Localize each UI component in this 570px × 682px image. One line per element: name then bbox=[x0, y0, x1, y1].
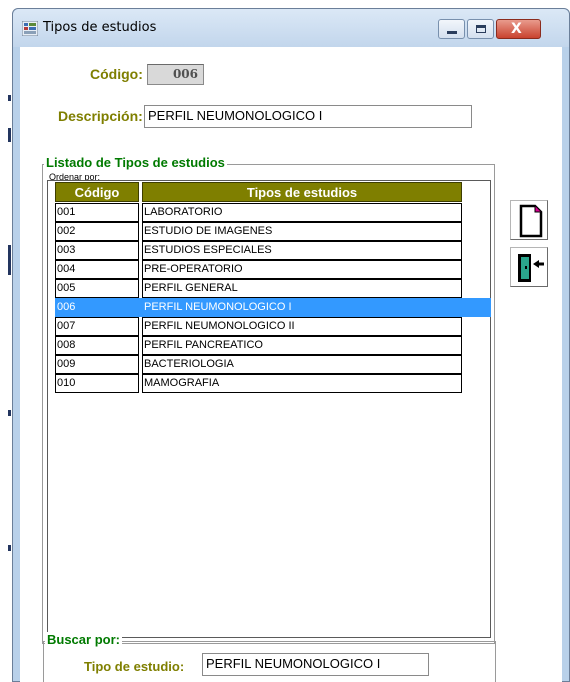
listado-group-title: Listado de Tipos de estudios bbox=[44, 155, 227, 170]
window-title: Tipos de estudios bbox=[43, 20, 157, 35]
background-mark bbox=[8, 545, 11, 551]
codigo-field: 006 bbox=[147, 64, 204, 85]
new-document-icon bbox=[519, 204, 543, 238]
table-row[interactable]: 007 PERFIL NEUMONOLOGICO II bbox=[55, 317, 491, 336]
maximize-icon bbox=[476, 25, 486, 33]
new-record-button[interactable] bbox=[510, 200, 548, 240]
minimize-icon bbox=[447, 31, 457, 34]
table-row[interactable]: 010 MAMOGRAFIA bbox=[55, 374, 491, 393]
cell-codigo: 003 bbox=[55, 241, 139, 260]
cell-tipo-estudio: PERFIL NEUMONOLOGICO II bbox=[142, 317, 462, 336]
table-row[interactable]: 004 PRE-OPERATORIO bbox=[55, 260, 491, 279]
cell-codigo: 001 bbox=[55, 203, 139, 222]
descripcion-label: Descripción: bbox=[58, 108, 143, 124]
cell-tipo-estudio: ESTUDIOS ESPECIALES bbox=[142, 241, 462, 260]
table-row[interactable]: 006 PERFIL NEUMONOLOGICO I bbox=[55, 298, 491, 317]
background-mark bbox=[8, 128, 11, 142]
title-bar[interactable]: Tipos de estudios X bbox=[13, 9, 569, 47]
background-mark bbox=[8, 95, 11, 101]
column-header-tipos[interactable]: Tipos de estudios bbox=[142, 182, 462, 202]
cell-codigo: 004 bbox=[55, 260, 139, 279]
cell-codigo: 008 bbox=[55, 336, 139, 355]
cell-codigo: 002 bbox=[55, 222, 139, 241]
table-row[interactable]: 009 BACTERIOLOGIA bbox=[55, 355, 491, 374]
cell-codigo: 006 bbox=[55, 298, 139, 317]
table-row[interactable]: 003 ESTUDIOS ESPECIALES bbox=[55, 241, 491, 260]
maximize-button[interactable] bbox=[467, 19, 494, 39]
codigo-label: Código: bbox=[90, 66, 143, 82]
descripcion-input[interactable]: PERFIL NEUMONOLOGICO I bbox=[144, 105, 472, 128]
table-row[interactable]: 002 ESTUDIO DE IMAGENES bbox=[55, 222, 491, 241]
table-row[interactable]: 001 LABORATORIO bbox=[55, 203, 491, 222]
table-row[interactable]: 005 PERFIL GENERAL bbox=[55, 279, 491, 298]
cell-codigo: 009 bbox=[55, 355, 139, 374]
minimize-button[interactable] bbox=[438, 19, 465, 39]
column-header-codigo[interactable]: Código bbox=[55, 182, 139, 202]
table-row[interactable]: 008 PERFIL PANCREATICO bbox=[55, 336, 491, 355]
tipo-estudio-search-input[interactable]: PERFIL NEUMONOLOGICO I bbox=[202, 653, 429, 676]
cell-tipo-estudio: PERFIL GENERAL bbox=[142, 279, 462, 298]
buscar-group-title: Buscar por: bbox=[45, 632, 122, 647]
cell-tipo-estudio: BACTERIOLOGIA bbox=[142, 355, 462, 374]
background-mark bbox=[8, 410, 11, 416]
background-mark bbox=[8, 245, 11, 275]
cell-tipo-estudio: PERFIL NEUMONOLOGICO I bbox=[142, 298, 462, 317]
cell-tipo-estudio: MAMOGRAFIA bbox=[142, 374, 462, 393]
exit-door-icon bbox=[518, 254, 544, 282]
cell-codigo: 005 bbox=[55, 279, 139, 298]
form-client-area: Código: 006 Descripción: PERFIL NEUMONOL… bbox=[20, 47, 562, 682]
cell-tipo-estudio: ESTUDIO DE IMAGENES bbox=[142, 222, 462, 241]
background-desktop bbox=[0, 0, 12, 682]
tipo-estudio-label: Tipo de estudio: bbox=[84, 659, 185, 674]
cell-codigo: 007 bbox=[55, 317, 139, 336]
cell-tipo-estudio: PERFIL PANCREATICO bbox=[142, 336, 462, 355]
close-icon: X bbox=[511, 21, 522, 37]
app-window: Tipos de estudios X Código: 006 Descripc… bbox=[12, 8, 570, 682]
close-button[interactable]: X bbox=[496, 19, 541, 39]
cell-tipo-estudio: PRE-OPERATORIO bbox=[142, 260, 462, 279]
exit-button[interactable] bbox=[510, 247, 548, 287]
cell-tipo-estudio: LABORATORIO bbox=[142, 203, 462, 222]
estudios-table: Código Tipos de estudios 001 LABORATORIO 0… bbox=[47, 180, 491, 638]
cell-codigo: 010 bbox=[55, 374, 139, 393]
app-icon bbox=[22, 21, 38, 36]
